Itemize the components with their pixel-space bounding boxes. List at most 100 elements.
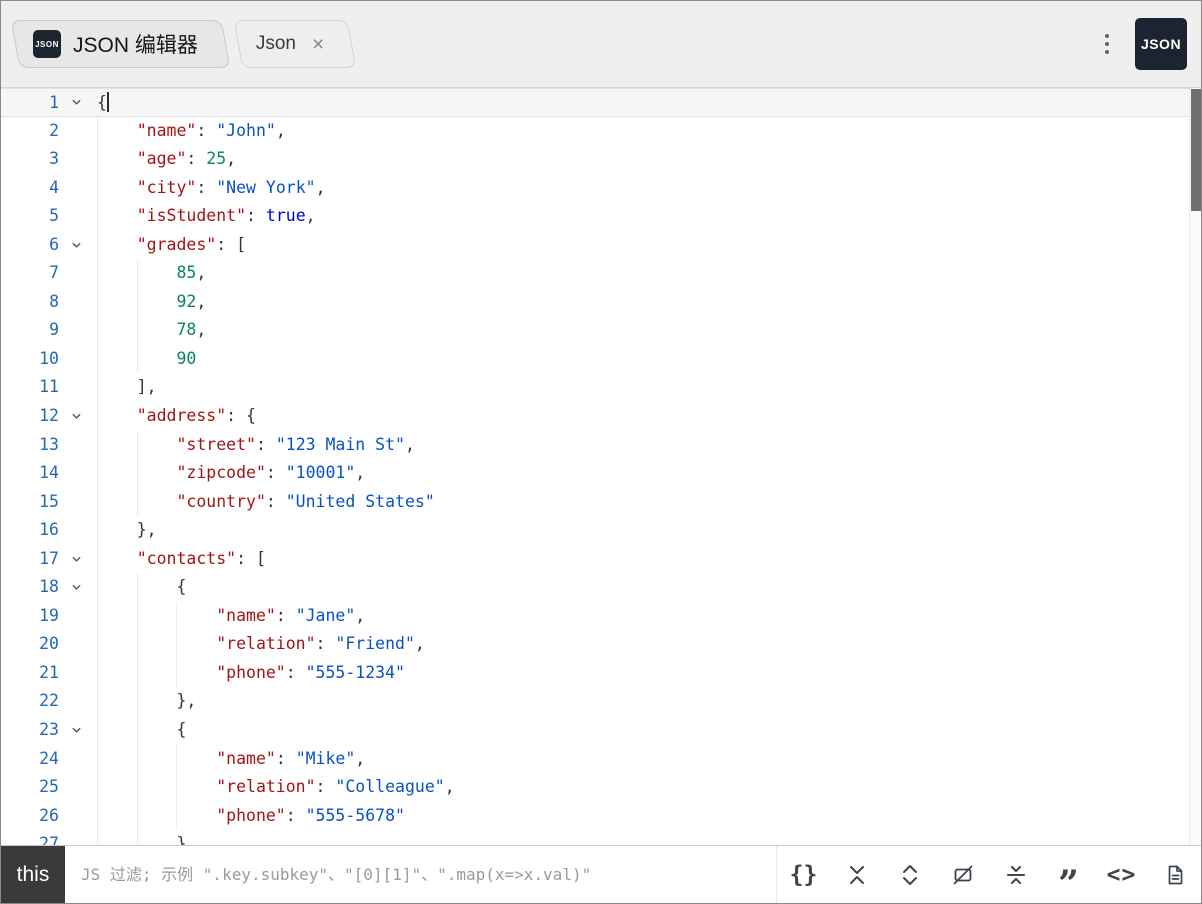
- fold-chevron-icon[interactable]: [59, 573, 93, 602]
- code-line[interactable]: 5"isStudent": true,: [1, 202, 1201, 231]
- line-number: 11: [1, 373, 59, 402]
- line-number: 8: [1, 288, 59, 317]
- vertical-scrollbar[interactable]: [1189, 88, 1201, 845]
- js-filter-input[interactable]: [65, 846, 776, 903]
- gutter: 5: [1, 202, 93, 231]
- code-line[interactable]: 19"name": "Jane",: [1, 602, 1201, 631]
- angle-brackets-icon: <>: [1107, 862, 1137, 888]
- gutter: 18: [1, 573, 93, 602]
- document-view-button[interactable]: [1148, 846, 1201, 903]
- code-line[interactable]: 24"name": "Mike",: [1, 745, 1201, 774]
- code-text: },: [93, 516, 1201, 545]
- compress-lines-icon: [1005, 864, 1027, 886]
- gutter: 23: [1, 716, 93, 745]
- document-icon: [1164, 864, 1186, 886]
- code-line[interactable]: 27},: [1, 830, 1201, 845]
- code-line[interactable]: 23{: [1, 716, 1201, 745]
- json-extension-badge[interactable]: JSON: [1135, 18, 1187, 70]
- gutter: 25: [1, 773, 93, 802]
- code-text: "phone": "555-5678": [93, 802, 1201, 831]
- code-line[interactable]: 785,: [1, 259, 1201, 288]
- code-line[interactable]: 8 92,: [1, 288, 1201, 317]
- quote-toggle-button[interactable]: ”: [1042, 846, 1095, 903]
- fold-spacer: [59, 373, 93, 402]
- fold-chevron-icon[interactable]: [59, 402, 93, 431]
- code-line[interactable]: 978,: [1, 316, 1201, 345]
- code-line[interactable]: 25"relation": "Colleague",: [1, 773, 1201, 802]
- fold-chevron-icon[interactable]: [59, 545, 93, 574]
- code-line[interactable]: 6"grades": [: [1, 231, 1201, 260]
- fold-spacer: [59, 117, 93, 146]
- code-line[interactable]: 15"country": "United States": [1, 488, 1201, 517]
- gutter: 17: [1, 545, 93, 574]
- gutter: 11: [1, 373, 93, 402]
- fold-spacer: [59, 802, 93, 831]
- top-bar: JSON JSON 编辑器 Json × JSON: [1, 1, 1201, 88]
- fold-spacer: [59, 202, 93, 231]
- fold-spacer: [59, 830, 93, 845]
- gutter: 12: [1, 402, 93, 431]
- collapse-all-button[interactable]: [830, 846, 883, 903]
- code-line[interactable]: 14"zipcode": "10001",: [1, 459, 1201, 488]
- bottom-toolbar: this {}: [1, 845, 1201, 903]
- code-line[interactable]: 22},: [1, 687, 1201, 716]
- json-code-editor[interactable]: 1{2"name": "John",3"age": 25,4"city": "N…: [1, 88, 1201, 845]
- code-line[interactable]: 17"contacts": [: [1, 545, 1201, 574]
- code-line[interactable]: 12"address": {: [1, 402, 1201, 431]
- gutter: 24: [1, 745, 93, 774]
- slashed-box-icon: [952, 864, 974, 886]
- line-number: 16: [1, 516, 59, 545]
- unescape-button[interactable]: [936, 846, 989, 903]
- fold-spacer: [59, 745, 93, 774]
- line-number: 7: [1, 259, 59, 288]
- code-line[interactable]: 20"relation": "Friend",: [1, 630, 1201, 659]
- code-line[interactable]: 11],: [1, 373, 1201, 402]
- code-text: },: [93, 830, 1201, 845]
- code-line[interactable]: 2"name": "John",: [1, 117, 1201, 146]
- fold-chevron-icon[interactable]: [59, 231, 93, 260]
- code-line[interactable]: 1{: [1, 88, 1201, 117]
- fold-spacer: [59, 602, 93, 631]
- code-text: "country": "United States": [93, 488, 1201, 517]
- gutter: 4: [1, 174, 93, 203]
- double-quote-icon: ”: [1058, 879, 1079, 889]
- gutter: 10: [1, 345, 93, 374]
- scrollbar-thumb[interactable]: [1191, 89, 1201, 211]
- fold-spacer: [59, 659, 93, 688]
- code-line[interactable]: 4"city": "New York",: [1, 174, 1201, 203]
- line-number: 6: [1, 231, 59, 260]
- format-braces-button[interactable]: {}: [777, 846, 830, 903]
- close-tab-icon[interactable]: ×: [312, 34, 324, 55]
- code-line[interactable]: 18{: [1, 573, 1201, 602]
- gutter: 22: [1, 687, 93, 716]
- fold-chevron-icon[interactable]: [59, 716, 93, 745]
- line-number: 10: [1, 345, 59, 374]
- compact-button[interactable]: [989, 846, 1042, 903]
- tab-json[interactable]: Json ×: [238, 20, 352, 68]
- tab-json-editor[interactable]: JSON JSON 编辑器: [15, 20, 226, 68]
- code-text: 92,: [93, 288, 1201, 317]
- line-number: 5: [1, 202, 59, 231]
- fold-spacer: [59, 316, 93, 345]
- gutter: 9: [1, 316, 93, 345]
- fold-chevron-icon[interactable]: [59, 89, 93, 116]
- code-line[interactable]: 16},: [1, 516, 1201, 545]
- gutter: 1: [1, 89, 93, 116]
- code-line[interactable]: 21"phone": "555-1234": [1, 659, 1201, 688]
- line-number: 9: [1, 316, 59, 345]
- line-number: 4: [1, 174, 59, 203]
- line-number: 19: [1, 602, 59, 631]
- toolbar-icons: {}: [776, 846, 1201, 903]
- fold-spacer: [59, 773, 93, 802]
- gutter: 21: [1, 659, 93, 688]
- code-text: ],: [93, 373, 1201, 402]
- fold-spacer: [59, 431, 93, 460]
- gutter: 2: [1, 117, 93, 146]
- code-line[interactable]: 1090: [1, 345, 1201, 374]
- code-line[interactable]: 26"phone": "555-5678": [1, 802, 1201, 831]
- code-line[interactable]: 13"street": "123 Main St",: [1, 431, 1201, 460]
- code-view-button[interactable]: <>: [1095, 846, 1148, 903]
- overflow-menu-icon[interactable]: [1095, 26, 1119, 62]
- code-line[interactable]: 3"age": 25,: [1, 145, 1201, 174]
- expand-all-button[interactable]: [883, 846, 936, 903]
